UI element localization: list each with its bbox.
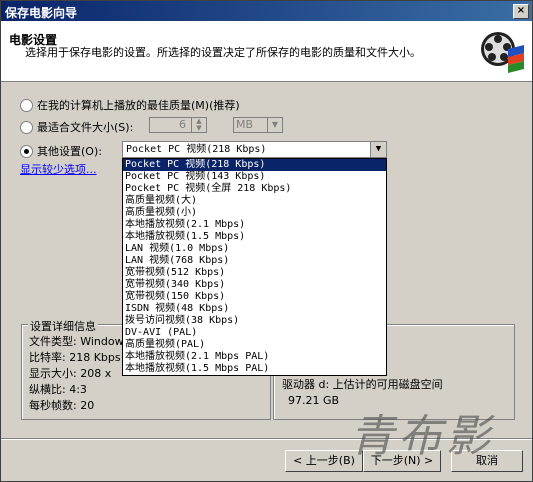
dropdown-option[interactable]: ISDN 视频(48 Kbps) [123,303,386,315]
close-button[interactable]: × [513,4,529,19]
settings-details-label: 设置详细信息 [28,318,98,334]
detail-aspect-ratio: 纵横比: 4:3 [29,383,87,396]
dropdown-option[interactable]: 高质量视频(PAL) [123,339,386,351]
dropdown-option[interactable]: Pocket PC 视频(218 Kbps) [123,159,386,171]
radio-circle-selected[interactable] [20,144,33,158]
dropdown-option[interactable]: 本地播放视频(2.1 Mbps) [123,219,386,231]
radio-circle[interactable] [20,120,33,134]
dropdown-option[interactable]: 高质量视频(小) [123,207,386,219]
radio-best-quality[interactable]: 在我的计算机上播放的最佳质量(M)(推荐) [20,97,240,113]
dropdown-option[interactable]: 宽带视频(150 Kbps) [123,291,386,303]
radio-best-quality-label: 在我的计算机上播放的最佳质量(M)(推荐) [37,99,240,112]
detail-display-size: 显示大小: 208 x [29,367,112,380]
radio-fit-size[interactable]: 最适合文件大小(S): [20,119,133,135]
wizard-header: 电影设置 选择用于保存电影的设置。所选择的设置决定了所保存的电影的质量和文件大小… [1,21,532,82]
dropdown-option[interactable]: 宽带视频(340 Kbps) [123,279,386,291]
file-size-unit-select[interactable]: MB ▼ [233,117,283,133]
header-description: 选择用于保存电影的设置。所选择的设置决定了所保存的电影的质量和文件大小。 [25,46,421,59]
other-settings-selected: Pocket PC 视频(218 Kbps) [126,144,267,155]
disk-space-label: 驱动器 d: 上估计的可用磁盘空间 [282,378,443,391]
dropdown-option[interactable]: 宽带视频(512 Kbps) [123,267,386,279]
dropdown-option[interactable]: Pocket PC 视频(全屏 218 Kbps) [123,183,386,195]
other-settings-dropdown-list[interactable]: Pocket PC 视频(218 Kbps) Pocket PC 视频(143 K… [122,158,387,376]
file-size-spinner[interactable]: 6 ▲ ▼ [149,117,207,133]
spinner-arrows-icon[interactable]: ▲ ▼ [191,118,206,132]
dropdown-option[interactable]: 本地播放视频(1.5 Mbps) [123,231,386,243]
dropdown-option[interactable]: DV-AVI (PAL) [123,327,386,339]
file-size-unit: MB [236,118,254,131]
detail-frames-per-second: 每秒帧数: 20 [29,399,95,412]
radio-other-settings[interactable]: 其他设置(O): [20,143,102,159]
chevron-down-icon[interactable]: ▼ [267,118,282,132]
radio-other-settings-label: 其他设置(O): [37,145,102,158]
other-settings-combo[interactable]: Pocket PC 视频(218 Kbps) ▼ [122,141,387,158]
title-bar: 保存电影向导 × [1,1,532,21]
dropdown-option[interactable]: Pocket PC 视频(143 Kbps) [123,171,386,183]
dropdown-option[interactable]: LAN 视频(1.0 Mbps) [123,243,386,255]
radio-fit-size-label: 最适合文件大小(S): [37,121,134,134]
dropdown-option[interactable]: 拨号访问视频(38 Kbps) [123,315,386,327]
radio-circle[interactable] [20,98,33,112]
detail-file-type: 文件类型: Windows [29,335,130,348]
dropdown-option[interactable]: 本地播放视频(1.5 Mbps PAL) [123,363,386,375]
chevron-down-icon[interactable]: ▼ [370,142,386,157]
film-reel-icon [481,32,524,73]
detail-bitrate: 比特率: 218 Kbps [29,351,121,364]
dropdown-option[interactable]: 高质量视频(大) [123,195,386,207]
dropdown-option[interactable]: LAN 视频(768 Kbps) [123,255,386,267]
window-title: 保存电影向导 [5,6,78,20]
file-size-value: 6 [179,118,186,131]
dropdown-option[interactable]: 本地播放视频(2.1 Mbps PAL) [123,351,386,363]
show-fewer-options-link[interactable]: 显示较少选项... [20,161,97,177]
watermark: 青布影 [350,411,494,462]
